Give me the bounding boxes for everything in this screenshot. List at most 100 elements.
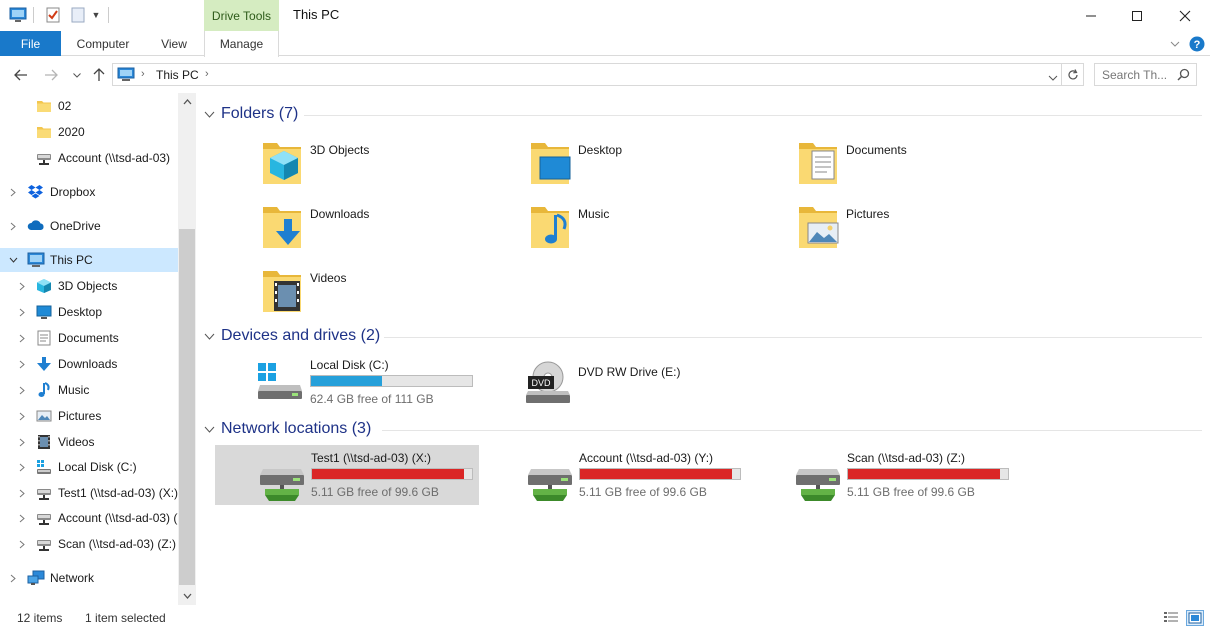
nav-scroll-thumb[interactable] [179, 229, 195, 585]
nav-item-test1-drive[interactable]: Test1 (\\tsd-ad-03) (X:) [0, 481, 178, 505]
nav-item-desktop[interactable]: Desktop [0, 300, 178, 324]
nav-item-onedrive[interactable]: OneDrive [0, 214, 178, 238]
collapse-group-icon[interactable] [204, 111, 215, 118]
network-location-label: Account (\\tsd-ad-03) (Y:) [579, 451, 714, 465]
scroll-down-icon[interactable] [179, 589, 195, 603]
breadcrumb-chevron-icon[interactable]: › [205, 68, 209, 80]
address-bar[interactable]: › This PC › [112, 63, 1062, 86]
nav-item-downloads[interactable]: Downloads [0, 352, 178, 376]
nav-item-scan-drive[interactable]: Scan (\\tsd-ad-03) (Z:) [0, 532, 178, 556]
expand-ribbon-icon[interactable] [1166, 31, 1184, 56]
back-button[interactable] [10, 65, 32, 85]
item-count: 12 items [17, 611, 63, 625]
nav-item-2020[interactable]: 2020 [0, 120, 178, 144]
recent-locations-icon[interactable] [70, 65, 84, 85]
nav-item-network[interactable]: Network [0, 566, 178, 590]
nav-item-account-drive[interactable]: Account (\\tsd-ad-03) (Y:) [0, 506, 178, 530]
refresh-button[interactable] [1062, 63, 1084, 86]
group-divider [304, 115, 1202, 116]
window-title: This PC [293, 7, 340, 22]
tab-computer[interactable]: Computer [66, 31, 140, 56]
expand-chevron-icon[interactable] [17, 539, 27, 549]
folder-tile-pictures[interactable]: Pictures [794, 197, 1058, 259]
drive-usage-fill [580, 469, 732, 479]
network-tile-test1[interactable]: Test1 (\\tsd-ad-03) (X:) 5.11 GB free of… [215, 445, 479, 505]
nav-item-3d-objects[interactable]: 3D Objects [0, 274, 178, 298]
customize-toolbar-icon[interactable]: ▼ [90, 5, 102, 25]
network-icon [27, 570, 45, 586]
expand-chevron-icon[interactable] [17, 513, 27, 523]
folder-tile-downloads[interactable]: Downloads [258, 197, 522, 259]
expand-chevron-icon[interactable] [17, 307, 27, 317]
drive-tile-local-disk[interactable]: Local Disk (C:) 62.4 GB free of 111 GB [252, 351, 516, 413]
new-folder-icon[interactable] [69, 5, 87, 25]
folder-tile-documents[interactable]: Documents [794, 133, 1058, 195]
group-header-network[interactable]: Network locations (3) [204, 418, 371, 440]
up-button[interactable] [89, 65, 109, 85]
nav-item-02[interactable]: 02 [0, 94, 178, 118]
nav-item-local-disk[interactable]: Local Disk (C:) [0, 455, 178, 479]
nav-label: Pictures [58, 409, 102, 423]
expand-chevron-icon[interactable] [17, 462, 27, 472]
breadcrumb-chevron-icon[interactable]: › [141, 68, 145, 80]
folder-tile-desktop[interactable]: Desktop [526, 133, 790, 195]
expand-chevron-icon[interactable] [17, 411, 27, 421]
expand-chevron-icon[interactable] [17, 333, 27, 343]
dropbox-icon [27, 184, 43, 200]
tab-view[interactable]: View [148, 31, 200, 56]
folder-tile-3d-objects[interactable]: 3D Objects [258, 133, 522, 195]
nav-item-videos[interactable]: Videos [0, 430, 178, 454]
expand-chevron-icon[interactable] [17, 359, 27, 369]
expand-chevron-icon[interactable] [8, 221, 18, 231]
network-drive-icon [36, 510, 52, 526]
drive-tile-dvd[interactable]: DVD DVD RW Drive (E:) [520, 351, 784, 413]
expand-chevron-icon[interactable] [17, 437, 27, 447]
search-input[interactable]: Search Th... [1094, 63, 1197, 86]
tab-file[interactable]: File [0, 31, 61, 56]
collapse-group-icon[interactable] [204, 426, 215, 433]
network-tile-account[interactable]: Account (\\tsd-ad-03) (Y:) 5.11 GB free … [483, 445, 747, 505]
large-icons-view-icon[interactable] [1186, 610, 1204, 626]
scroll-up-icon[interactable] [179, 95, 195, 109]
expand-chevron-icon[interactable] [17, 281, 27, 291]
breadcrumb-this-pc[interactable]: This PC [156, 68, 199, 82]
nav-label: Scan (\\tsd-ad-03) (Z:) [58, 537, 177, 551]
nav-item-pictures[interactable]: Pictures [0, 404, 178, 428]
address-dropdown-icon[interactable] [1048, 70, 1058, 84]
expand-chevron-icon[interactable] [17, 385, 27, 395]
expand-chevron-icon[interactable] [8, 187, 18, 197]
details-view-icon[interactable] [1162, 610, 1180, 626]
nav-item-this-pc[interactable]: This PC [0, 248, 178, 272]
videos-icon [36, 434, 52, 450]
close-button[interactable] [1162, 0, 1208, 31]
nav-item-music[interactable]: Music [0, 378, 178, 402]
group-header-devices[interactable]: Devices and drives (2) [204, 325, 380, 347]
expand-chevron-icon[interactable] [8, 573, 18, 583]
tab-manage[interactable]: Manage [204, 31, 279, 57]
computer-icon[interactable] [8, 5, 28, 25]
collapse-chevron-icon[interactable] [8, 255, 18, 265]
pictures-folder-icon [799, 207, 839, 248]
folder-tile-music[interactable]: Music [526, 197, 790, 259]
expand-chevron-icon[interactable] [17, 488, 27, 498]
minimize-button[interactable] [1068, 0, 1114, 31]
folder-tile-videos[interactable]: Videos [258, 261, 522, 323]
search-icon[interactable] [1177, 68, 1190, 84]
nav-item-documents[interactable]: Documents [0, 326, 178, 350]
nav-label: Documents [58, 331, 119, 345]
help-icon[interactable]: ? [1188, 31, 1206, 56]
folder-label: Desktop [578, 143, 623, 157]
group-header-folders[interactable]: Folders (7) [204, 103, 298, 125]
nav-item-account-share[interactable]: Account (\\tsd-ad-03) [0, 146, 178, 170]
drive-free-space: 5.11 GB free of 99.6 GB [311, 485, 439, 499]
maximize-button[interactable] [1114, 0, 1160, 31]
collapse-group-icon[interactable] [204, 333, 215, 340]
network-tile-scan[interactable]: Scan (\\tsd-ad-03) (Z:) 5.11 GB free of … [751, 445, 1015, 505]
onedrive-icon [27, 219, 44, 235]
nav-label: This PC [50, 253, 93, 267]
drive-usage-bar [311, 468, 473, 480]
nav-label: 2020 [58, 125, 85, 139]
properties-icon[interactable] [44, 5, 62, 25]
nav-item-dropbox[interactable]: Dropbox [0, 180, 178, 204]
forward-button[interactable] [40, 65, 62, 85]
